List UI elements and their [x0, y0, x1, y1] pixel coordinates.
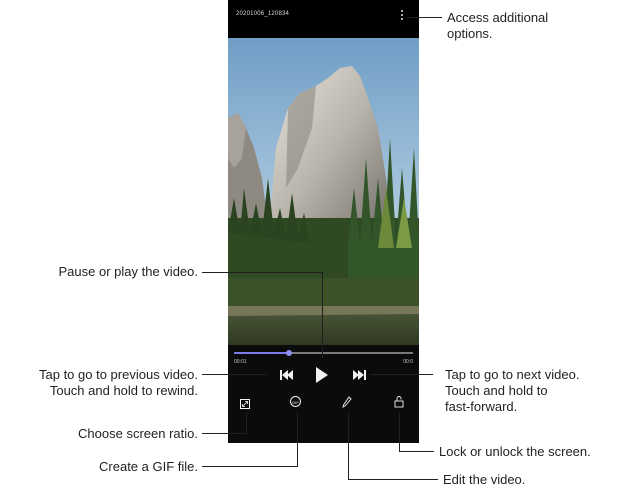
callout-play-pause: Pause or play the video. [59, 264, 198, 280]
callout-line-gif-h [202, 466, 298, 467]
edit-pencil-icon[interactable] [342, 396, 352, 408]
callout-screen-ratio: Choose screen ratio. [78, 426, 198, 442]
seek-bar[interactable] [234, 350, 413, 356]
callout-line-ratio-v [246, 412, 247, 434]
callout-more-options-line-2: options. [447, 26, 493, 41]
player-controls [228, 345, 419, 443]
callout-line-more [407, 17, 442, 18]
callout-edit-line-1: Edit the video. [443, 472, 526, 487]
screen-ratio-icon[interactable] [240, 397, 250, 409]
callout-gif: Create a GIF file. [99, 459, 198, 475]
callout-more-options-line-1: Access additional [447, 10, 549, 25]
video-title: 20201006_120834 [236, 11, 290, 17]
callout-lock-line-1: Lock or unlock the screen. [439, 444, 591, 459]
callout-previous-line-2: Touch and hold to rewind. [49, 383, 198, 398]
callout-gif-line-1: Create a GIF file. [99, 459, 198, 474]
gif-icon-label: GIF [292, 400, 299, 405]
callout-next: Tap to go to next video. Touch and hold … [445, 367, 579, 415]
callout-line-lock-h [399, 451, 434, 452]
video-frame [228, 38, 419, 370]
callout-line-previous [202, 374, 267, 375]
callout-edit: Edit the video. [443, 472, 525, 488]
callout-previous: Tap to go to previous video. Touch and h… [39, 367, 198, 399]
callout-line-play-v [322, 272, 323, 358]
callout-next-line-1: Tap to go to next video. [445, 367, 580, 382]
more-options-icon[interactable] [398, 9, 406, 23]
callout-line-edit-v [348, 412, 349, 480]
callout-line-next [370, 374, 433, 375]
seek-progress [234, 352, 290, 354]
callout-screen-ratio-line-1: Choose screen ratio. [78, 426, 198, 441]
callout-next-line-2: Touch and hold to [445, 383, 548, 398]
top-bar: 20201006_120834 [228, 0, 419, 38]
current-time: 00:01 [234, 359, 247, 365]
callout-lock: Lock or unlock the screen. [439, 444, 591, 460]
callout-play-pause-line-1: Pause or play the video. [58, 264, 198, 279]
gif-icon[interactable]: GIF [290, 396, 301, 407]
callout-line-play-h [202, 272, 323, 273]
callout-line-edit-h [348, 479, 438, 480]
play-icon[interactable] [315, 366, 329, 384]
previous-video-icon[interactable] [280, 369, 294, 381]
callout-line-ratio-h [202, 433, 247, 434]
lock-icon[interactable] [394, 395, 404, 408]
callout-next-line-3: fast-forward. [445, 399, 518, 414]
video-player: 20201006_120834 00:01 00:0 GIF [228, 0, 419, 443]
total-time: 00:0 [403, 359, 413, 365]
callout-line-lock-v [399, 412, 400, 452]
callout-previous-line-1: Tap to go to previous video. [39, 367, 198, 382]
next-video-icon[interactable] [352, 369, 366, 381]
callout-more-options: Access additional options. [447, 10, 548, 42]
callout-line-gif-v [297, 412, 298, 467]
